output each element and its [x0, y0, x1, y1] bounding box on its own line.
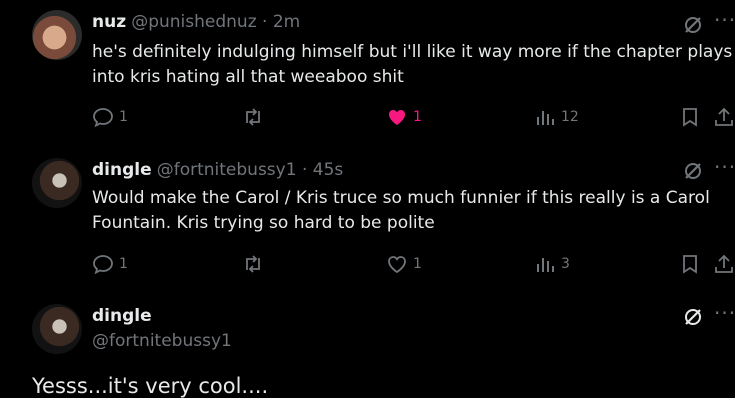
author-name[interactable]: dingle	[92, 306, 152, 326]
views-icon[interactable]	[534, 253, 556, 275]
share-icon[interactable]	[713, 106, 735, 128]
post-text-line-2: Fountain. Kris trying so hard to be poli…	[92, 213, 435, 233]
retweet-icon[interactable]	[242, 106, 264, 128]
grok-icon[interactable]	[682, 160, 704, 182]
reply-count: 1	[119, 109, 128, 125]
heart-icon[interactable]	[386, 253, 408, 275]
like-count: 1	[413, 256, 422, 272]
author-handle-time[interactable]: @punishednuz · 2m	[131, 12, 300, 32]
post-text: he's definitely indulging himself but i'…	[92, 40, 732, 90]
author-name[interactable]: nuz	[92, 12, 126, 32]
share-icon[interactable]	[713, 253, 735, 275]
grok-icon[interactable]	[682, 306, 704, 328]
reply-icon[interactable]	[92, 106, 114, 128]
retweet-icon[interactable]	[242, 253, 264, 275]
post-text-line-1: he's definitely indulging himself but i'…	[92, 42, 733, 62]
post-text-line-2: into kris hating all that weeaboo shit	[92, 67, 404, 87]
more-icon[interactable]: ···	[714, 155, 735, 179]
author-handle[interactable]: @fortnitebussy1	[92, 331, 232, 351]
views-icon[interactable]	[534, 106, 556, 128]
post-header: dingle @fortnitebussy1 · 45s	[92, 160, 343, 180]
avatar-dingle[interactable]	[32, 158, 82, 208]
author-handle-time[interactable]: @fortnitebussy1 · 45s	[157, 160, 344, 180]
views-count: 12	[561, 109, 579, 125]
avatar-nuz[interactable]	[32, 10, 82, 60]
reply-icon[interactable]	[92, 253, 114, 275]
author-name[interactable]: dingle	[92, 160, 152, 180]
more-icon[interactable]: ···	[714, 301, 735, 325]
post-text: Would make the Carol / Kris truce so muc…	[92, 186, 732, 236]
bookmark-icon[interactable]	[679, 253, 701, 275]
post-header: nuz @punishednuz · 2m	[92, 12, 300, 32]
avatar-dingle[interactable]	[32, 304, 82, 354]
heart-icon[interactable]	[386, 106, 408, 128]
reply-count: 1	[119, 256, 128, 272]
more-icon[interactable]: ···	[714, 8, 735, 32]
bookmark-icon[interactable]	[679, 106, 701, 128]
views-count: 3	[561, 256, 570, 272]
post-text-line-1: Would make the Carol / Kris truce so muc…	[92, 188, 710, 208]
like-count: 1	[413, 109, 422, 125]
post-text: Yesss...it's very cool....	[32, 374, 269, 398]
grok-icon[interactable]	[682, 14, 704, 36]
